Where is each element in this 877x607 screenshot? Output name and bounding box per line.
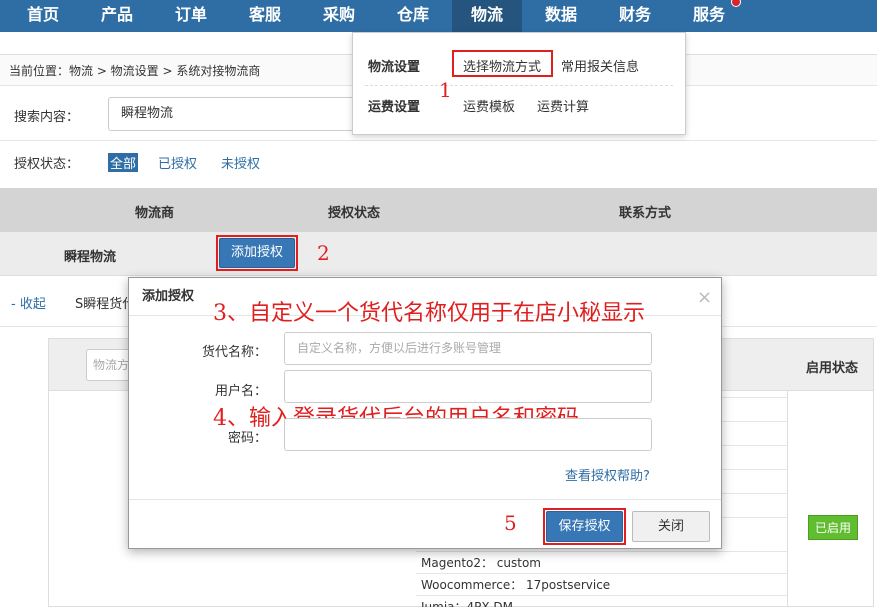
list-item: Woocommerce： 17postservice [416, 573, 787, 595]
list-item: Jumia：4PX-DM [416, 595, 787, 607]
nav-item-products[interactable]: 产品 [86, 0, 148, 32]
auth-filter-label: 授权状态： [14, 157, 80, 172]
header-carrier: 物流商 [135, 206, 175, 221]
list-item: Magento2： custom [416, 551, 787, 573]
close-icon[interactable]: × [697, 287, 712, 308]
logistics-dropdown-menu: 物流设置 选择物流方式 常用报关信息 运费设置 运费模板 运费计算 1 [352, 32, 686, 135]
menu-item-choose-shipping[interactable]: 选择物流方式 [463, 56, 541, 75]
add-auth-modal: 添加授权 × 3、自定义一个货代名称仅用于在店小秘显示 货代名称： 自定义名称，… [128, 277, 722, 549]
menu-item-freight-calc[interactable]: 运费计算 [537, 96, 589, 115]
annotation-2: 2 [317, 241, 330, 265]
enable-status-header: 启用状态 [806, 361, 859, 376]
annotation-3: 3、自定义一个货代名称仅用于在店小秘显示 [213, 301, 645, 326]
header-auth-status: 授权状态 [328, 206, 381, 221]
nav-item-warehouse[interactable]: 仓库 [382, 0, 444, 32]
password-input[interactable] [284, 418, 652, 451]
table-row: 瞬程物流 添加授权 2 [0, 232, 877, 276]
column-divider [787, 391, 788, 607]
header-contact: 联系方式 [619, 206, 672, 221]
username-input[interactable] [284, 370, 652, 403]
nav-item-finance[interactable]: 财务 [604, 0, 666, 32]
table-header: 物流商 授权状态 联系方式 [0, 188, 877, 232]
auth-filter-row: 授权状态： 全部 已授权 未授权 [0, 142, 877, 186]
top-nav: 首页 产品 订单 客服 采购 仓库 物流 数据 财务 服务 [0, 0, 877, 32]
filter-unauthorized[interactable]: 未授权 [221, 153, 260, 172]
menu-group-logistics-settings: 物流设置 [368, 60, 421, 75]
nav-item-services[interactable]: 服务 [678, 0, 740, 32]
menu-group-freight-settings: 运费设置 [368, 100, 421, 115]
menu-item-customs-info[interactable]: 常用报关信息 [561, 56, 639, 75]
annotation-5: 5 [504, 511, 517, 535]
auth-help-link[interactable]: 查看授权帮助? [565, 465, 650, 484]
filter-all[interactable]: 全部 [108, 153, 139, 172]
agent-name-input[interactable]: 自定义名称，方便以后进行多账号管理 [284, 332, 652, 365]
nav-item-orders[interactable]: 订单 [160, 0, 222, 32]
enabled-badge: 已启用 [808, 515, 858, 540]
modal-footer: 5 保存授权 关闭 [129, 499, 721, 548]
search-label: 搜索内容： [14, 110, 80, 125]
agent-name-label: 货代名称： [201, 345, 267, 360]
menu-divider [365, 85, 673, 86]
nav-item-data[interactable]: 数据 [530, 0, 592, 32]
platform-list: Magento2： custom Woocommerce： 17postserv… [416, 551, 787, 607]
filter-authorized[interactable]: 已授权 [158, 153, 197, 172]
add-auth-button[interactable]: 添加授权 [219, 238, 295, 268]
nav-item-logistics[interactable]: 物流 [452, 0, 522, 32]
annotation-1: 1 [439, 78, 452, 102]
username-label: 用户名： [214, 384, 267, 399]
close-button[interactable]: 关闭 [632, 511, 710, 542]
nav-item-home[interactable]: 首页 [0, 0, 86, 32]
nav-item-service[interactable]: 客服 [234, 0, 296, 32]
search-input[interactable]: 瞬程物流 [108, 97, 368, 131]
collapse-link[interactable]: - 收起 [11, 293, 46, 312]
sub-carrier-label: S瞬程货代 [75, 297, 136, 312]
menu-item-freight-template[interactable]: 运费模板 [463, 96, 515, 115]
nav-item-purchase[interactable]: 采购 [308, 0, 370, 32]
save-auth-button[interactable]: 保存授权 [546, 511, 623, 542]
password-label: 密码： [227, 431, 267, 446]
carrier-name: 瞬程物流 [64, 250, 117, 265]
